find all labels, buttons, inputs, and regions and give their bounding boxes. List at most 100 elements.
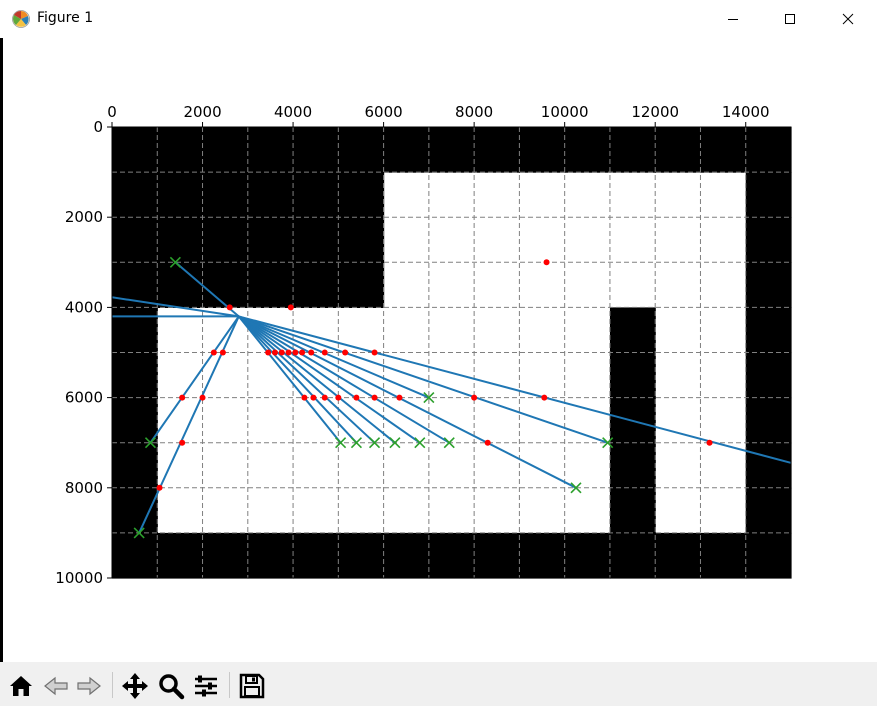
- obstacle-cell: [564, 532, 611, 579]
- hit-point: [310, 394, 317, 401]
- hit-point: [543, 259, 550, 266]
- zoom-button[interactable]: [157, 672, 185, 700]
- forward-arrow-icon: [77, 676, 101, 696]
- hit-point: [292, 349, 299, 356]
- hit-point: [226, 304, 233, 311]
- x-tick-label: 0: [107, 103, 117, 121]
- hit-point: [471, 394, 478, 401]
- obstacle-cell: [745, 262, 792, 308]
- zoom-magnifier-icon: [159, 674, 185, 700]
- obstacle-cell: [112, 397, 158, 444]
- obstacle-cell: [112, 487, 158, 534]
- hit-point: [321, 349, 328, 356]
- obstacle-cell: [519, 532, 566, 579]
- obstacle-cell: [247, 532, 294, 579]
- obstacle-cell: [157, 532, 204, 579]
- hit-point: [335, 394, 342, 401]
- plot-svg[interactable]: 0 2000 4000 6000 8000 10000 12000 14000 0 2000 400…: [3, 38, 877, 662]
- obstacle-cell: [112, 352, 158, 399]
- obstacle-cell: [112, 442, 158, 489]
- obstacle-cell: [112, 217, 158, 263]
- toolbar-separator: [229, 672, 230, 698]
- obstacle-cell: [293, 127, 339, 173]
- obstacle-cell: [157, 262, 204, 308]
- forward-button[interactable]: [75, 672, 103, 700]
- minimize-button[interactable]: [704, 0, 762, 38]
- obstacle-cell: [293, 262, 339, 308]
- obstacle-cell: [112, 127, 158, 173]
- obstacle-cell: [609, 487, 656, 534]
- obstacle-cell: [745, 442, 792, 489]
- obstacle-cell: [338, 532, 385, 579]
- close-icon: [842, 13, 854, 25]
- figure-canvas[interactable]: 0 2000 4000 6000 8000 10000 12000 14000 0 2000 400…: [3, 38, 877, 662]
- obstacle-cell: [247, 217, 294, 263]
- home-icon: [10, 676, 32, 696]
- y-tick-label: 0: [93, 118, 103, 136]
- obstacle-cell: [745, 307, 792, 354]
- obstacle-cell: [655, 532, 702, 579]
- obstacle-cell: [745, 217, 792, 263]
- x-tick-label: 6000: [365, 103, 403, 121]
- obstacle-cell: [112, 532, 158, 579]
- obstacle-cell: [655, 127, 702, 173]
- pan-button[interactable]: [121, 672, 149, 700]
- home-button[interactable]: [7, 672, 35, 700]
- obstacle-cell: [338, 172, 385, 218]
- hit-point: [353, 394, 360, 401]
- obstacle-cell: [609, 352, 656, 399]
- y-tick-label: 10000: [55, 569, 103, 587]
- obstacle-cell: [157, 172, 204, 218]
- hit-point: [278, 349, 285, 356]
- hit-point: [179, 439, 186, 446]
- hit-point: [199, 394, 206, 401]
- maximize-button[interactable]: [761, 0, 819, 38]
- obstacle-cell: [700, 127, 747, 173]
- obstacle-cell: [745, 172, 792, 218]
- back-button[interactable]: [42, 672, 70, 700]
- obstacle-cell: [157, 127, 204, 173]
- obstacle-cell: [745, 532, 792, 579]
- obstacle-cell: [383, 127, 430, 173]
- hit-point: [308, 349, 315, 356]
- maximize-icon: [785, 14, 795, 24]
- obstacle-cell: [247, 262, 294, 308]
- hit-point: [484, 439, 491, 446]
- toolbar-separator: [112, 672, 113, 698]
- hit-point: [179, 394, 186, 401]
- obstacle-cell: [202, 172, 249, 218]
- obstacle-cell: [338, 262, 385, 308]
- hit-point: [287, 304, 294, 311]
- obstacle-cell: [700, 532, 747, 579]
- y-tick-label: 8000: [65, 479, 103, 497]
- hit-point: [371, 394, 378, 401]
- y-tick-label: 2000: [65, 208, 103, 226]
- configure-subplots-button[interactable]: [192, 672, 220, 700]
- obstacle-cell: [338, 127, 385, 173]
- save-button[interactable]: [238, 672, 266, 700]
- hit-point: [706, 439, 713, 446]
- obstacle-cell: [609, 532, 656, 579]
- navigation-toolbar: [0, 662, 877, 706]
- obstacle-cell: [383, 532, 430, 579]
- hit-point: [285, 349, 292, 356]
- obstacle-cell: [112, 172, 158, 218]
- y-tick-label: 6000: [65, 389, 103, 407]
- obstacle-cell: [247, 127, 294, 173]
- hit-point: [299, 349, 306, 356]
- obstacle-cell: [428, 532, 475, 579]
- y-tick-label: 4000: [65, 298, 103, 316]
- x-tick-label: 4000: [274, 103, 312, 121]
- hit-point: [396, 394, 403, 401]
- hit-point: [265, 349, 272, 356]
- obstacle-cell: [609, 127, 656, 173]
- hit-point: [371, 349, 378, 356]
- obstacle-cell: [609, 442, 656, 489]
- obstacle-cell: [202, 127, 249, 173]
- close-button[interactable]: [819, 0, 877, 38]
- hit-point: [271, 349, 278, 356]
- hit-point: [541, 394, 548, 401]
- obstacle-cell: [293, 532, 339, 579]
- obstacle-cell: [202, 217, 249, 263]
- x-tick-label: 10000: [541, 103, 589, 121]
